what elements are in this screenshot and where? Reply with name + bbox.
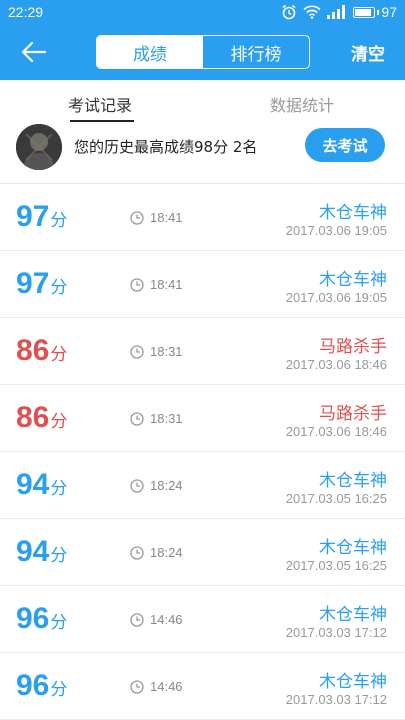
record-row[interactable]: 94分 18:24 木仓车神 2017.03.05 16:25: [0, 519, 405, 586]
record-title: 木仓车神: [319, 270, 387, 290]
duration-text: 14:46: [150, 679, 183, 694]
score-unit: 分: [50, 680, 68, 699]
record-date: 2017.03.03 17:12: [285, 625, 387, 640]
record-row[interactable]: 86分 18:31 马路杀手 2017.03.06 18:46: [0, 385, 405, 452]
record-title: 木仓车神: [319, 605, 387, 625]
record-duration: 18:31: [130, 411, 183, 426]
alarm-icon: [282, 4, 296, 20]
clock-icon: [130, 478, 144, 493]
wifi-icon: [303, 5, 321, 19]
record-row[interactable]: 94分 18:24 木仓车神 2017.03.05 16:25: [0, 452, 405, 519]
clock-icon: [130, 411, 144, 426]
clock-icon: [130, 344, 144, 359]
clock-icon: [130, 679, 144, 694]
record-duration: 18:31: [130, 344, 183, 359]
record-row[interactable]: 96分 14:46 木仓车神 2017.03.03 17:12: [0, 653, 405, 720]
clock-icon: [130, 210, 144, 225]
record-score: 86分: [16, 334, 67, 368]
record-score: 96分: [16, 669, 67, 703]
best-score-text: 您的历史最高成绩98分 2名: [74, 138, 258, 156]
record-row[interactable]: 97分 18:41 木仓车神 2017.03.06 19:05: [0, 251, 405, 318]
record-date: 2017.03.03 17:12: [285, 692, 387, 707]
record-score: 94分: [16, 468, 67, 502]
record-duration: 14:46: [130, 679, 183, 694]
record-date: 2017.03.06 18:46: [285, 424, 387, 439]
summary-row: 您的历史最高成绩98分 2名 去考试: [0, 122, 405, 184]
duration-text: 18:24: [150, 478, 183, 493]
record-title: 木仓车神: [319, 203, 387, 223]
tab-scores[interactable]: 成绩: [97, 36, 203, 68]
clock-icon: [130, 612, 144, 627]
record-title: 马路杀手: [319, 337, 387, 357]
record-duration: 18:24: [130, 478, 183, 493]
duration-text: 18:24: [150, 545, 183, 560]
back-arrow-icon: [21, 41, 47, 63]
score-unit: 分: [50, 613, 68, 632]
record-title: 木仓车神: [319, 538, 387, 558]
score-value: 94: [16, 468, 50, 501]
clock-icon: [130, 545, 144, 560]
record-score: 86分: [16, 401, 67, 435]
clock-icon: [130, 277, 144, 292]
tab-statistics[interactable]: 数据统计: [270, 92, 334, 116]
record-title: 木仓车神: [319, 672, 387, 692]
score-unit: 分: [50, 479, 68, 498]
record-date: 2017.03.06 19:05: [285, 223, 387, 238]
records-list: 97分 18:41 木仓车神 2017.03.06 19:05 97分 18:41 木仓车神…: [0, 184, 405, 720]
tab-exam-records[interactable]: 考试记录: [68, 92, 132, 116]
score-unit: 分: [50, 412, 68, 431]
signal-icon: [327, 5, 346, 19]
duration-text: 18:41: [150, 210, 183, 225]
record-date: 2017.03.05 16:25: [285, 558, 387, 573]
record-score: 97分: [16, 267, 67, 301]
record-duration: 18:41: [130, 277, 183, 292]
status-time: 22:29: [8, 4, 44, 20]
app-bar: 成绩 排行榜 清空: [0, 24, 405, 80]
back-button[interactable]: [14, 34, 54, 70]
record-score: 94分: [16, 535, 67, 569]
tab-leaderboard[interactable]: 排行榜: [203, 36, 309, 68]
score-value: 86: [16, 334, 50, 367]
record-duration: 18:24: [130, 545, 183, 560]
battery-level: 97: [381, 4, 397, 20]
sub-tabs: 考试记录 数据统计: [0, 80, 405, 122]
segmented-control: 成绩 排行榜: [96, 35, 310, 69]
record-title: 木仓车神: [319, 471, 387, 491]
record-date: 2017.03.06 18:46: [285, 357, 387, 372]
score-unit: 分: [50, 345, 68, 364]
record-duration: 14:46: [130, 612, 183, 627]
duration-text: 18:31: [150, 411, 183, 426]
score-unit: 分: [50, 546, 68, 565]
avatar[interactable]: [16, 124, 62, 170]
record-score: 97分: [16, 200, 67, 234]
record-row[interactable]: 86分 18:31 马路杀手 2017.03.06 18:46: [0, 318, 405, 385]
score-value: 96: [16, 669, 50, 702]
duration-text: 18:41: [150, 277, 183, 292]
score-value: 97: [16, 267, 50, 300]
record-row[interactable]: 97分 18:41 木仓车神 2017.03.06 19:05: [0, 184, 405, 251]
record-row[interactable]: 96分 14:46 木仓车神 2017.03.03 17:12: [0, 586, 405, 653]
record-score: 96分: [16, 602, 67, 636]
battery-icon: 97: [353, 4, 397, 20]
record-title: 马路杀手: [319, 404, 387, 424]
score-value: 94: [16, 535, 50, 568]
clear-button[interactable]: 清空: [351, 40, 385, 65]
status-bar: 22:29 97: [0, 0, 405, 24]
duration-text: 14:46: [150, 612, 183, 627]
take-exam-button[interactable]: 去考试: [305, 128, 385, 162]
score-value: 96: [16, 602, 50, 635]
score-unit: 分: [50, 211, 68, 230]
duration-text: 18:31: [150, 344, 183, 359]
status-icons: 97: [281, 4, 397, 20]
record-date: 2017.03.05 16:25: [285, 491, 387, 506]
record-duration: 18:41: [130, 210, 183, 225]
score-unit: 分: [50, 278, 68, 297]
record-date: 2017.03.06 19:05: [285, 290, 387, 305]
score-value: 86: [16, 401, 50, 434]
score-value: 97: [16, 200, 50, 233]
